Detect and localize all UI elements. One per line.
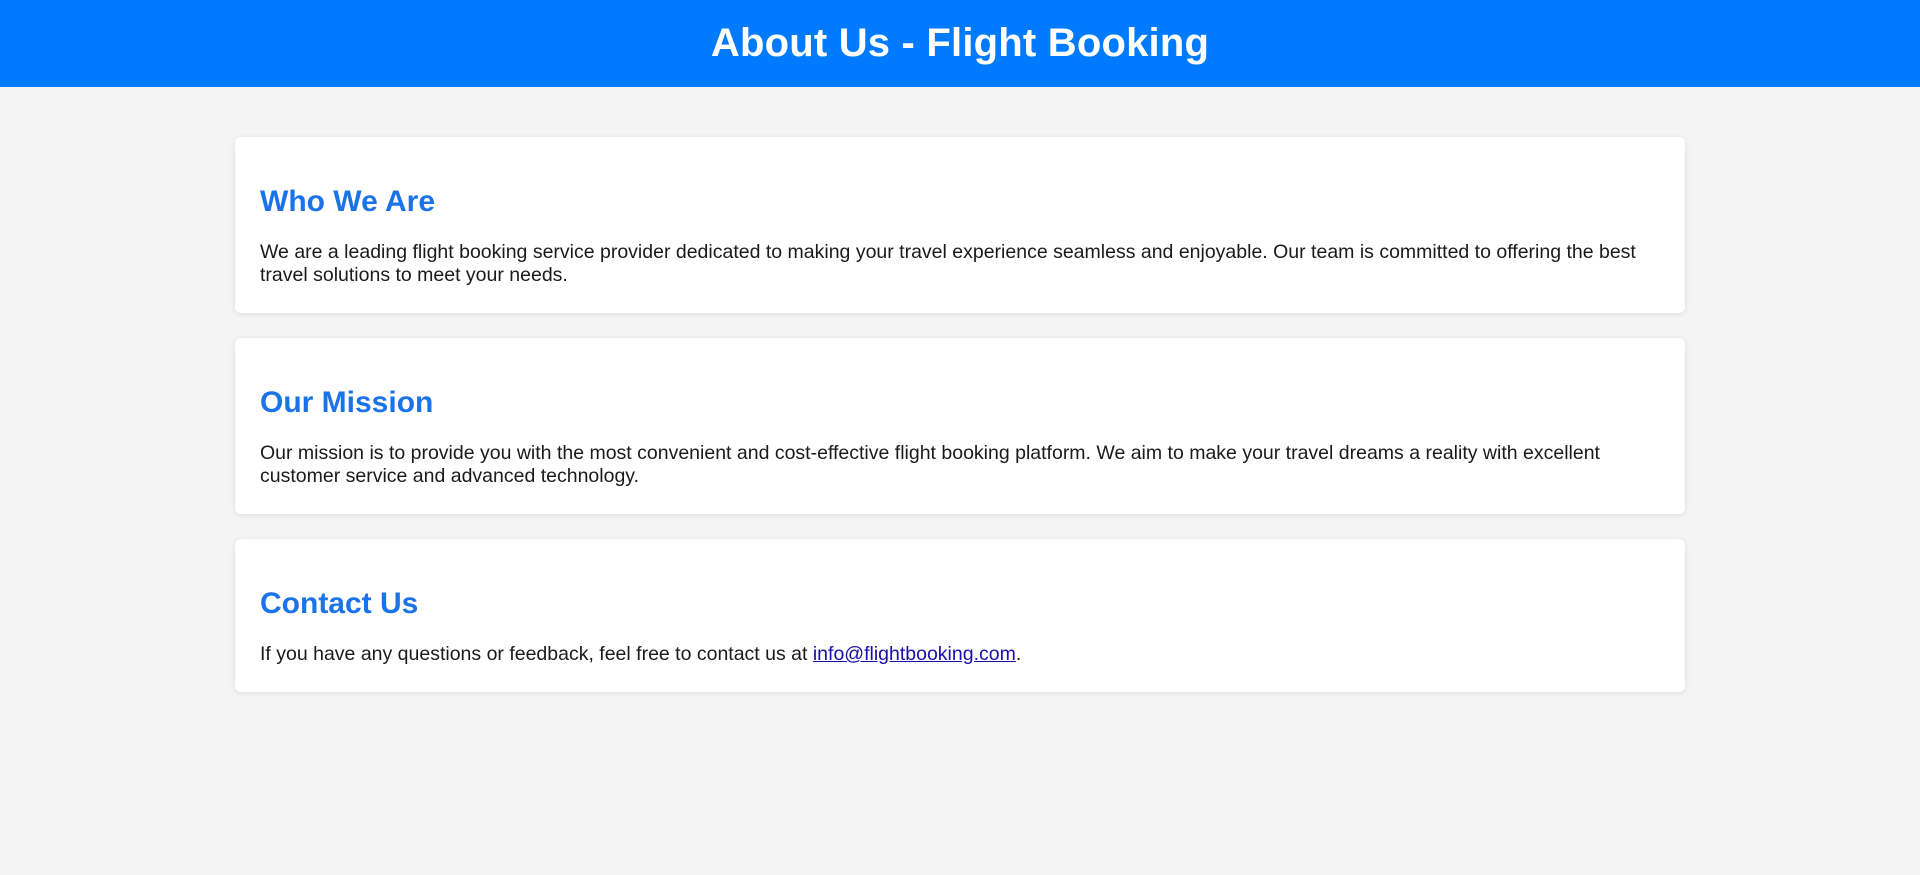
contact-us-text: If you have any questions or feedback, f…: [260, 621, 1660, 692]
who-we-are-text: We are a leading flight booking service …: [260, 241, 1636, 286]
our-mission-heading: Our Mission: [260, 386, 434, 419]
our-mission-text: Our mission is to provide you with the m…: [260, 442, 1600, 487]
contact-us-text-suffix: .: [1015, 643, 1022, 665]
main-content: Who We Are We are a leading flight booki…: [235, 137, 1685, 692]
our-mission-section: Our Mission Our mission is to provide yo…: [235, 338, 1685, 514]
who-we-are-heading: Who We Are: [260, 185, 436, 218]
contact-us-text-prefix: If you have any questions or feedback, f…: [260, 643, 813, 665]
who-we-are-section: Who We Are We are a leading flight booki…: [235, 137, 1685, 313]
contact-us-section: Contact Us If you have any questions or …: [235, 539, 1685, 692]
contact-email-link[interactable]: info@flightbooking.com: [813, 643, 1016, 665]
contact-us-heading: Contact Us: [260, 587, 419, 620]
site-header: About Us - Flight Booking: [0, 0, 1920, 87]
page-title: About Us - Flight Booking: [710, 21, 1210, 65]
